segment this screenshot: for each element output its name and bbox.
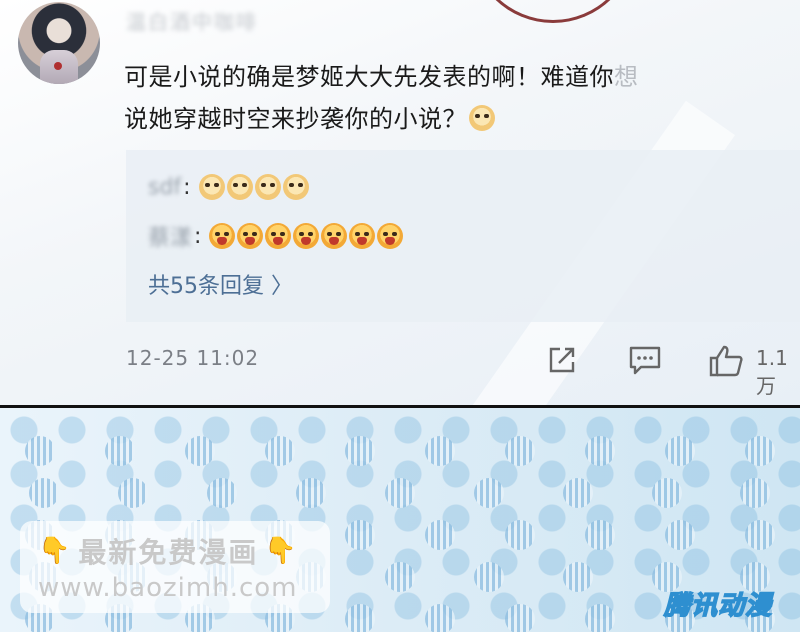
pattern-dot	[562, 562, 593, 592]
pattern-dot	[185, 436, 215, 466]
angry-emoji-icon	[349, 223, 376, 249]
pattern-dot	[562, 478, 593, 508]
reply-row-1[interactable]: sdf :	[148, 174, 309, 200]
pattern-dot	[384, 478, 415, 508]
pattern-dot	[345, 604, 375, 632]
pattern-dot	[473, 562, 504, 592]
pattern-dot	[207, 478, 238, 508]
pattern-dot	[425, 520, 455, 550]
pattern-dot	[384, 562, 415, 592]
reply-row-2[interactable]: 蔡漾 :	[148, 220, 404, 252]
watermark-url[interactable]: www.baozimh.com	[38, 573, 298, 603]
watermark-title: 👇 最新免费漫画 👇	[38, 531, 299, 571]
pattern-dot	[425, 604, 455, 632]
pattern-dot	[745, 436, 775, 466]
pattern-dot	[585, 520, 615, 550]
avatar[interactable]	[18, 2, 100, 84]
angry-emoji-icon	[209, 223, 236, 249]
pattern-dot	[665, 436, 695, 466]
share-icon[interactable]	[546, 344, 578, 376]
angry-emoji-icon	[237, 223, 264, 249]
pattern-dot	[505, 520, 535, 550]
post-timestamp: 12-25 11:02	[126, 346, 260, 370]
like-count: 1.1万	[756, 346, 788, 398]
pattern-dot	[345, 436, 375, 466]
watermark-box: 👇 最新免费漫画 👇 www.baozimh.com	[20, 521, 330, 613]
doge-emoji-icon	[254, 174, 281, 200]
reply-author[interactable]: 蔡漾	[148, 220, 192, 252]
pattern-dot	[118, 478, 149, 508]
pattern-dot	[651, 478, 682, 508]
brand-logo: 腾讯动漫	[663, 590, 773, 622]
reply-author[interactable]: sdf	[148, 175, 181, 200]
pattern-dot	[665, 520, 695, 550]
pattern-dot	[29, 478, 60, 508]
doge-emoji-icon	[226, 174, 253, 200]
watermark-title-text: 最新免费漫画	[78, 536, 259, 569]
avatar-detail	[54, 62, 62, 70]
reply-colon: :	[194, 223, 202, 249]
pattern-dot	[505, 436, 535, 466]
more-replies-link[interactable]: 共55条回复 〉	[148, 268, 293, 300]
angry-emoji-icon	[321, 223, 348, 249]
pointing-down-hand-icon: 👇	[264, 536, 299, 566]
comment-text: 可是小说的确是梦姬大大先发表的啊！难道你想 说她穿越时空来抄袭你的小说？	[124, 56, 794, 140]
pattern-dot	[473, 478, 504, 508]
username[interactable]: 温白酒中咖啡	[126, 6, 258, 35]
comment-line2: 说她穿越时空来抄袭你的小说？	[124, 105, 467, 133]
pattern-dot	[265, 436, 295, 466]
angry-emoji-icon	[377, 223, 404, 249]
like-icon[interactable]	[708, 344, 744, 378]
pattern-dot	[740, 478, 771, 508]
reply-colon: :	[183, 174, 191, 200]
angry-emoji-icon	[293, 223, 320, 249]
pattern-dot	[345, 520, 375, 550]
doge-emoji-icon	[469, 105, 495, 131]
pattern-dot	[25, 436, 55, 466]
pattern-dot	[745, 520, 775, 550]
pattern-dot	[505, 604, 535, 632]
pattern-dot	[425, 436, 455, 466]
comment-faded-char: 想	[614, 63, 639, 91]
reply-preview-box[interactable]: sdf : 蔡漾 : 共55条回复 〉	[126, 150, 800, 322]
dot-pattern-row	[0, 436, 800, 466]
pointing-down-hand-icon: 👇	[38, 536, 73, 566]
doge-emoji-icon	[282, 174, 309, 200]
pattern-dot	[296, 478, 327, 508]
angry-emoji-icon	[265, 223, 292, 249]
comment-panel: 温白酒中咖啡 可是小说的确是梦姬大大先发表的啊！难道你想 说她穿越时空来抄袭你的…	[0, 0, 800, 407]
comment-line1: 可是小说的确是梦姬大大先发表的啊！难道你	[124, 63, 614, 91]
pattern-dot	[585, 436, 615, 466]
doge-emoji-icon	[198, 174, 225, 200]
pattern-dot	[585, 604, 615, 632]
comment-icon[interactable]	[628, 344, 662, 376]
decorative-arc	[470, 0, 636, 23]
pattern-dot	[105, 436, 135, 466]
dot-pattern-row	[0, 478, 800, 508]
